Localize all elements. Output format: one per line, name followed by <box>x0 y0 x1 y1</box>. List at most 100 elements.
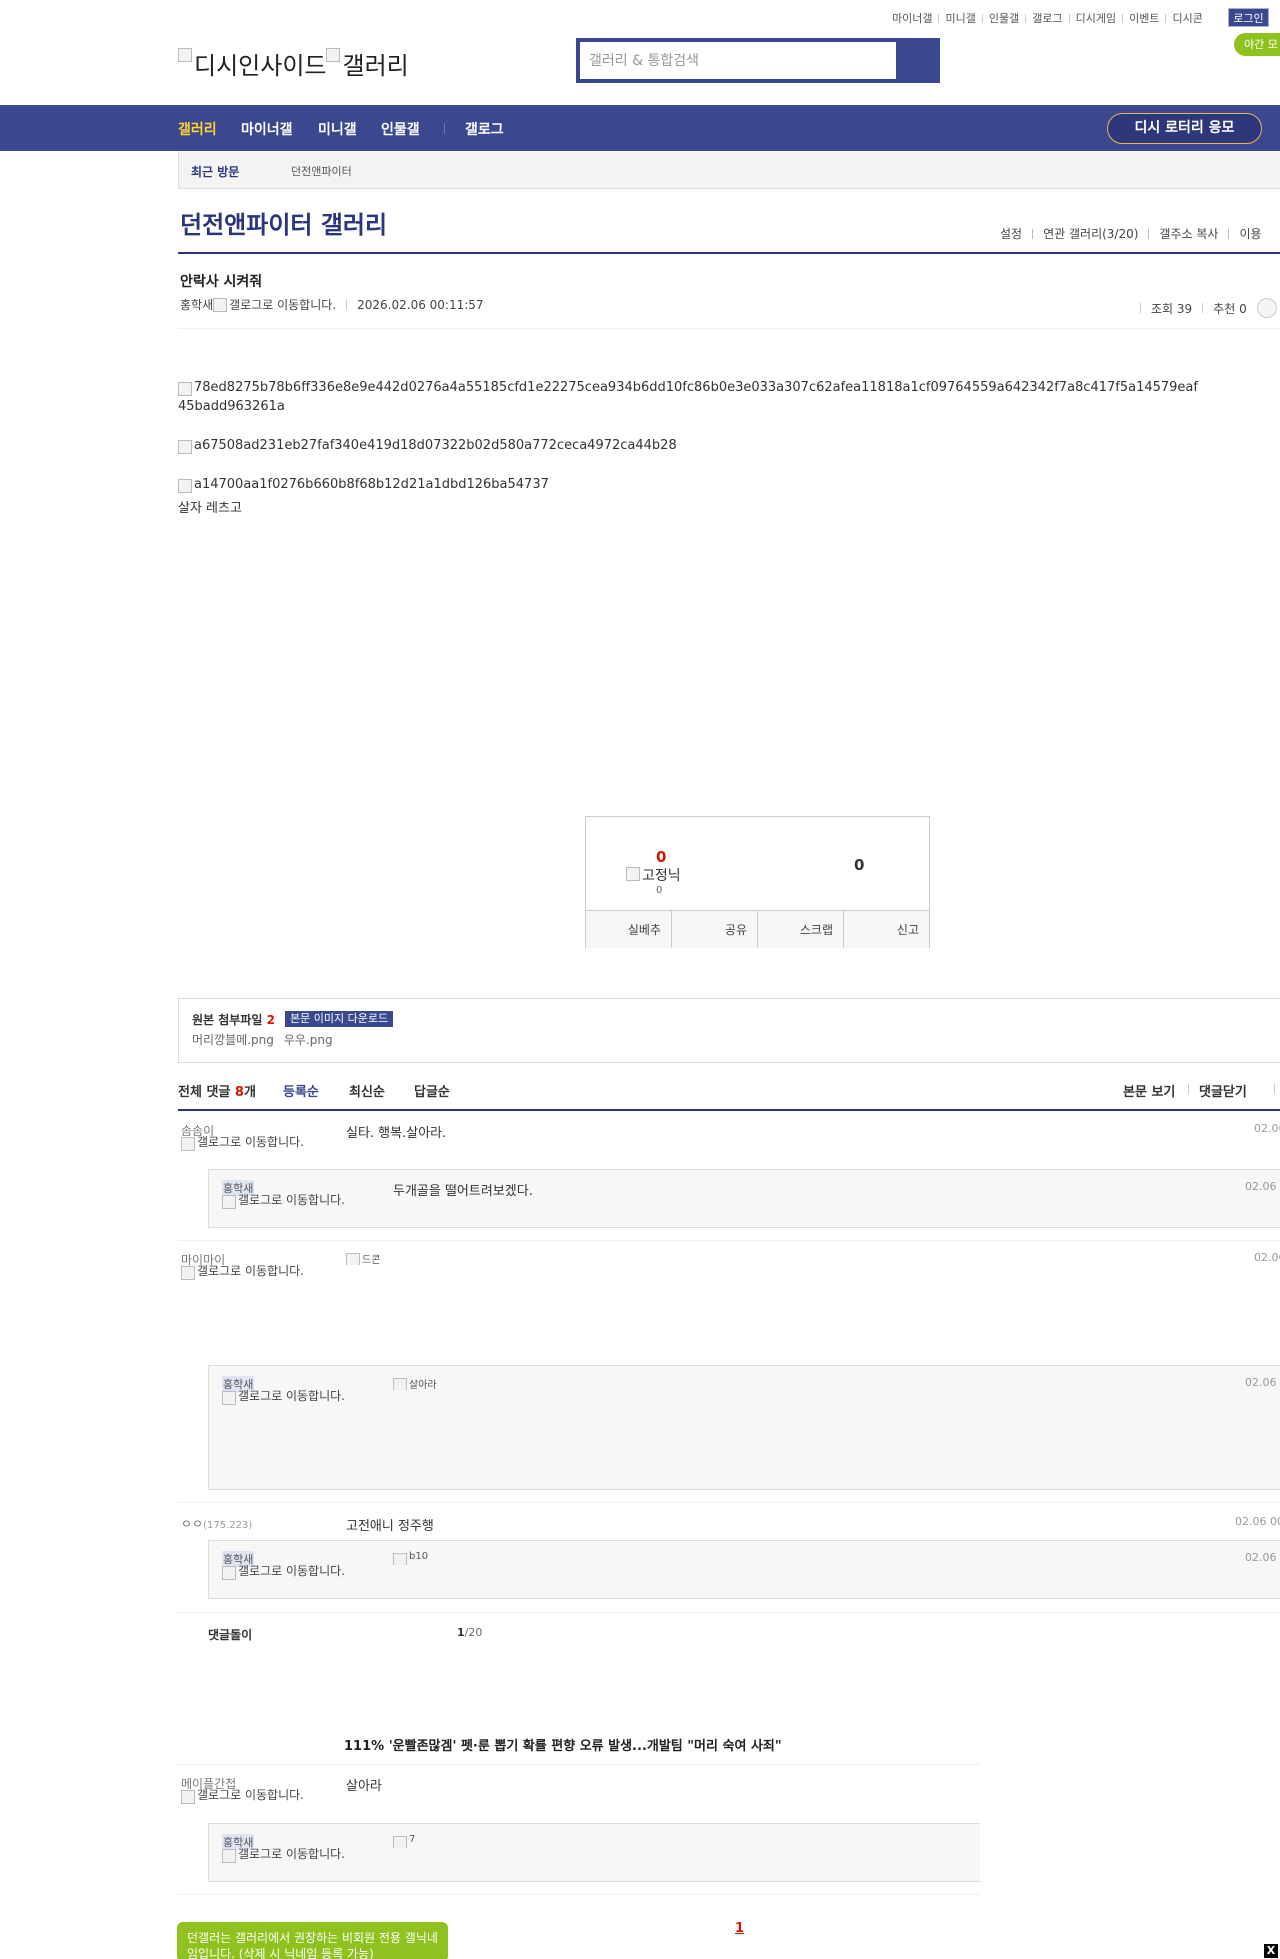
copy-address-link[interactable]: 갤주소 복사 <box>1159 225 1218 242</box>
gallog-icon[interactable]: 갤로그로 이동합니다. <box>213 296 336 313</box>
search-bar <box>576 38 940 83</box>
attachments-label: 원본 첨부파일 2 <box>192 1013 275 1027</box>
reply-date: 02.06 0 <box>1245 1551 1280 1564</box>
gallog-icon[interactable]: 갤로그로 이동합니다. <box>181 1264 316 1280</box>
gallog-icon[interactable]: 갤로그로 이동합니다. <box>222 1564 357 1580</box>
comment-text: 고전애니 정주행 <box>346 1519 434 1534</box>
guest-nick-banner: 던갤러는 갤러리에서 권장하는 비회원 전용 갤닉네임입니다. (삭제 시 닉네… <box>177 1922 448 1959</box>
reply-box: 홍학새 갤로그로 이동합니다. b10 02.06 0 <box>208 1540 1280 1599</box>
nav-gallog[interactable]: 갤로그 <box>465 119 504 139</box>
settings-link[interactable]: 설정 <box>1000 225 1022 242</box>
comment-date: 02.06 <box>1254 1251 1280 1264</box>
comment-date: 02.06 00 <box>1235 1515 1280 1528</box>
comment-bot-page: 1/20 <box>457 1626 483 1639</box>
post-image-2[interactable]: a67508ad231eb27faf340e419d18d07322b02d58… <box>178 438 677 454</box>
related-gallery-link[interactable]: 연관 갤러리(3/20) <box>1043 225 1138 242</box>
sort-replies[interactable]: 답글순 <box>414 1081 450 1100</box>
comment-date: 02.06 <box>1254 1122 1280 1135</box>
dccon-image[interactable]: b10 <box>393 1551 428 1565</box>
fixed-nick-count: 0 <box>656 885 663 896</box>
top-link-person[interactable]: 인물갤 <box>989 10 1019 26</box>
view-post-button[interactable]: 본문 보기 <box>1123 1081 1175 1100</box>
attachments-box: 원본 첨부파일 2 본문 이미지 다운로드 머리깡블메.png 우우.png <box>178 998 1280 1063</box>
dccon-image[interactable]: 7 <box>393 1834 415 1848</box>
comment-separator <box>178 1612 1280 1613</box>
comment-nick[interactable]: ㅇㅇ(175.223) <box>181 1515 252 1532</box>
post-writer-info: 홍학새 갤로그로 이동합니다. 2026.02.06 00:11:57 <box>180 296 484 313</box>
gallery-title[interactable]: 던전앤파이터 갤러리 <box>180 205 387 240</box>
post-body-text: 살자 레츠고 <box>178 501 242 516</box>
fixed-nick-icon: 고정닉 <box>626 865 681 885</box>
top-link-minor[interactable]: 마이너갤 <box>892 10 932 26</box>
comment-separator <box>178 1502 1280 1503</box>
gallog-icon[interactable]: 갤로그로 이동합니다. <box>222 1389 357 1405</box>
close-comments-button[interactable]: 댓글닫기 <box>1199 1081 1247 1100</box>
post-date: 2026.02.06 00:11:57 <box>357 297 484 312</box>
writer-nick[interactable]: 홍학새 <box>180 296 213 313</box>
downvote-count: 0 <box>854 856 865 874</box>
comment-divider <box>178 1109 1280 1111</box>
gallery-options: 설정 연관 갤러리(3/20) 갤주소 복사 이용 <box>1000 225 1262 242</box>
night-mode-toggle[interactable]: 야간 모 <box>1234 33 1280 56</box>
nav-mini-gallery[interactable]: 미니갤 <box>318 119 357 139</box>
logo-image-gallery: 갤러리 <box>326 46 408 81</box>
more-options-icon[interactable] <box>1256 298 1277 318</box>
post-image-1-alt-cont: 45badd963261a <box>178 399 285 414</box>
top-links: 마이너갤 미니갤 인물갤 갤로그 디시게임 이벤트 디시콘 <box>892 10 1203 26</box>
comment-separator <box>178 1240 1280 1241</box>
top-link-mini[interactable]: 미니갤 <box>945 10 975 26</box>
gallog-icon[interactable]: 갤로그로 이동합니다. <box>181 1788 316 1804</box>
post-title: 안락사 시켜줘 <box>180 274 263 290</box>
comment-separator <box>178 1764 980 1765</box>
reply-text: 두개골을 떨어트려보겠다. <box>393 1184 533 1199</box>
site-logo[interactable]: 디시인사이드 갤러리 <box>178 40 409 81</box>
recommend-box: 0 고정닉 0 0 실베추 공유 스크랩 신고 <box>585 816 930 948</box>
post-image-3[interactable]: a14700aa1f0276b660b8f68b12d21a1dbd126ba5… <box>178 477 549 493</box>
share-button[interactable]: 공유 <box>672 911 758 948</box>
nav-person-gallery[interactable]: 인물갤 <box>381 119 420 139</box>
gallog-icon[interactable]: 갤로그로 이동합니다. <box>181 1135 316 1151</box>
recommend-actions: 실베추 공유 스크랩 신고 <box>586 910 929 948</box>
dccon-image[interactable]: 살아라 <box>393 1376 437 1390</box>
recent-item[interactable]: 던전앤파이터 <box>291 163 352 179</box>
top-link-event[interactable]: 이벤트 <box>1129 10 1159 26</box>
sort-registered[interactable]: 등록순 <box>283 1081 319 1100</box>
reply-date: 02.06 0 <box>1245 1180 1280 1193</box>
reply-box: 홍학새 갤로그로 이동합니다. 7 <box>208 1823 980 1882</box>
attachment-file[interactable]: 우우.png <box>284 1033 333 1047</box>
nav-minor-gallery[interactable]: 마이너갤 <box>241 119 293 139</box>
news-link[interactable]: 111% '운빨존많겜' 펫·룬 뽑기 확률 편향 오류 발생...개발팀 "머… <box>344 1735 782 1754</box>
post-header-divider <box>178 328 1280 329</box>
upvote-count: 0 <box>656 848 667 866</box>
comment-page-current[interactable]: 1 <box>735 1921 744 1936</box>
dccon-image[interactable]: 드콘 <box>346 1251 380 1265</box>
top-link-dccon[interactable]: 디시콘 <box>1172 10 1202 26</box>
comment-text: 실타. 행복.살아라. <box>346 1126 447 1141</box>
gallog-icon[interactable]: 갤로그로 이동합니다. <box>222 1193 357 1209</box>
report-button[interactable]: 신고 <box>844 911 929 948</box>
reply-box: 홍학새 갤로그로 이동합니다. 살아라 02.06 0 <box>208 1365 1280 1490</box>
view-count: 조회 39 <box>1151 301 1193 316</box>
recent-visits: 최근 방문 던전앤파이터 <box>178 151 1280 189</box>
login-button[interactable]: 로그인 <box>1228 8 1269 27</box>
post-image-1[interactable]: 78ed8275b78b6ff336e8e9e442d0276a4a55185c… <box>178 380 1198 396</box>
sort-latest[interactable]: 최신순 <box>349 1081 385 1100</box>
search-input[interactable] <box>580 42 896 79</box>
search-button[interactable] <box>896 38 940 83</box>
comment-tabs: 전체 댓글 8개 등록순 최신순 답글순 본문 보기 댓글닫기 <box>178 1081 1280 1111</box>
scrap-button[interactable]: 스크랩 <box>758 911 844 948</box>
post-stats: 조회 39 추천 0 <box>1130 298 1277 318</box>
close-icon[interactable]: X <box>1264 1944 1278 1958</box>
attachment-file[interactable]: 머리깡블메.png <box>192 1033 274 1047</box>
gallog-icon[interactable]: 갤로그로 이동합니다. <box>222 1847 357 1863</box>
usage-link[interactable]: 이용 <box>1239 225 1261 242</box>
recommend-count: 추천 0 <box>1213 301 1247 316</box>
nav-gallery[interactable]: 갤러리 <box>178 119 217 139</box>
download-images-button[interactable]: 본문 이미지 다운로드 <box>285 1011 394 1027</box>
main-nav: 갤러리 마이너갤 미니갤 인물갤 갤로그 디시 로터리 응모 <box>0 105 1280 151</box>
logo-image-dcinside: 디시인사이드 <box>178 46 326 81</box>
lottery-button[interactable]: 디시 로터리 응모 <box>1107 113 1262 144</box>
best-recommend-button[interactable]: 실베추 <box>586 911 672 948</box>
top-link-game[interactable]: 디시게임 <box>1076 10 1116 26</box>
top-link-gallog[interactable]: 갤로그 <box>1032 10 1062 26</box>
